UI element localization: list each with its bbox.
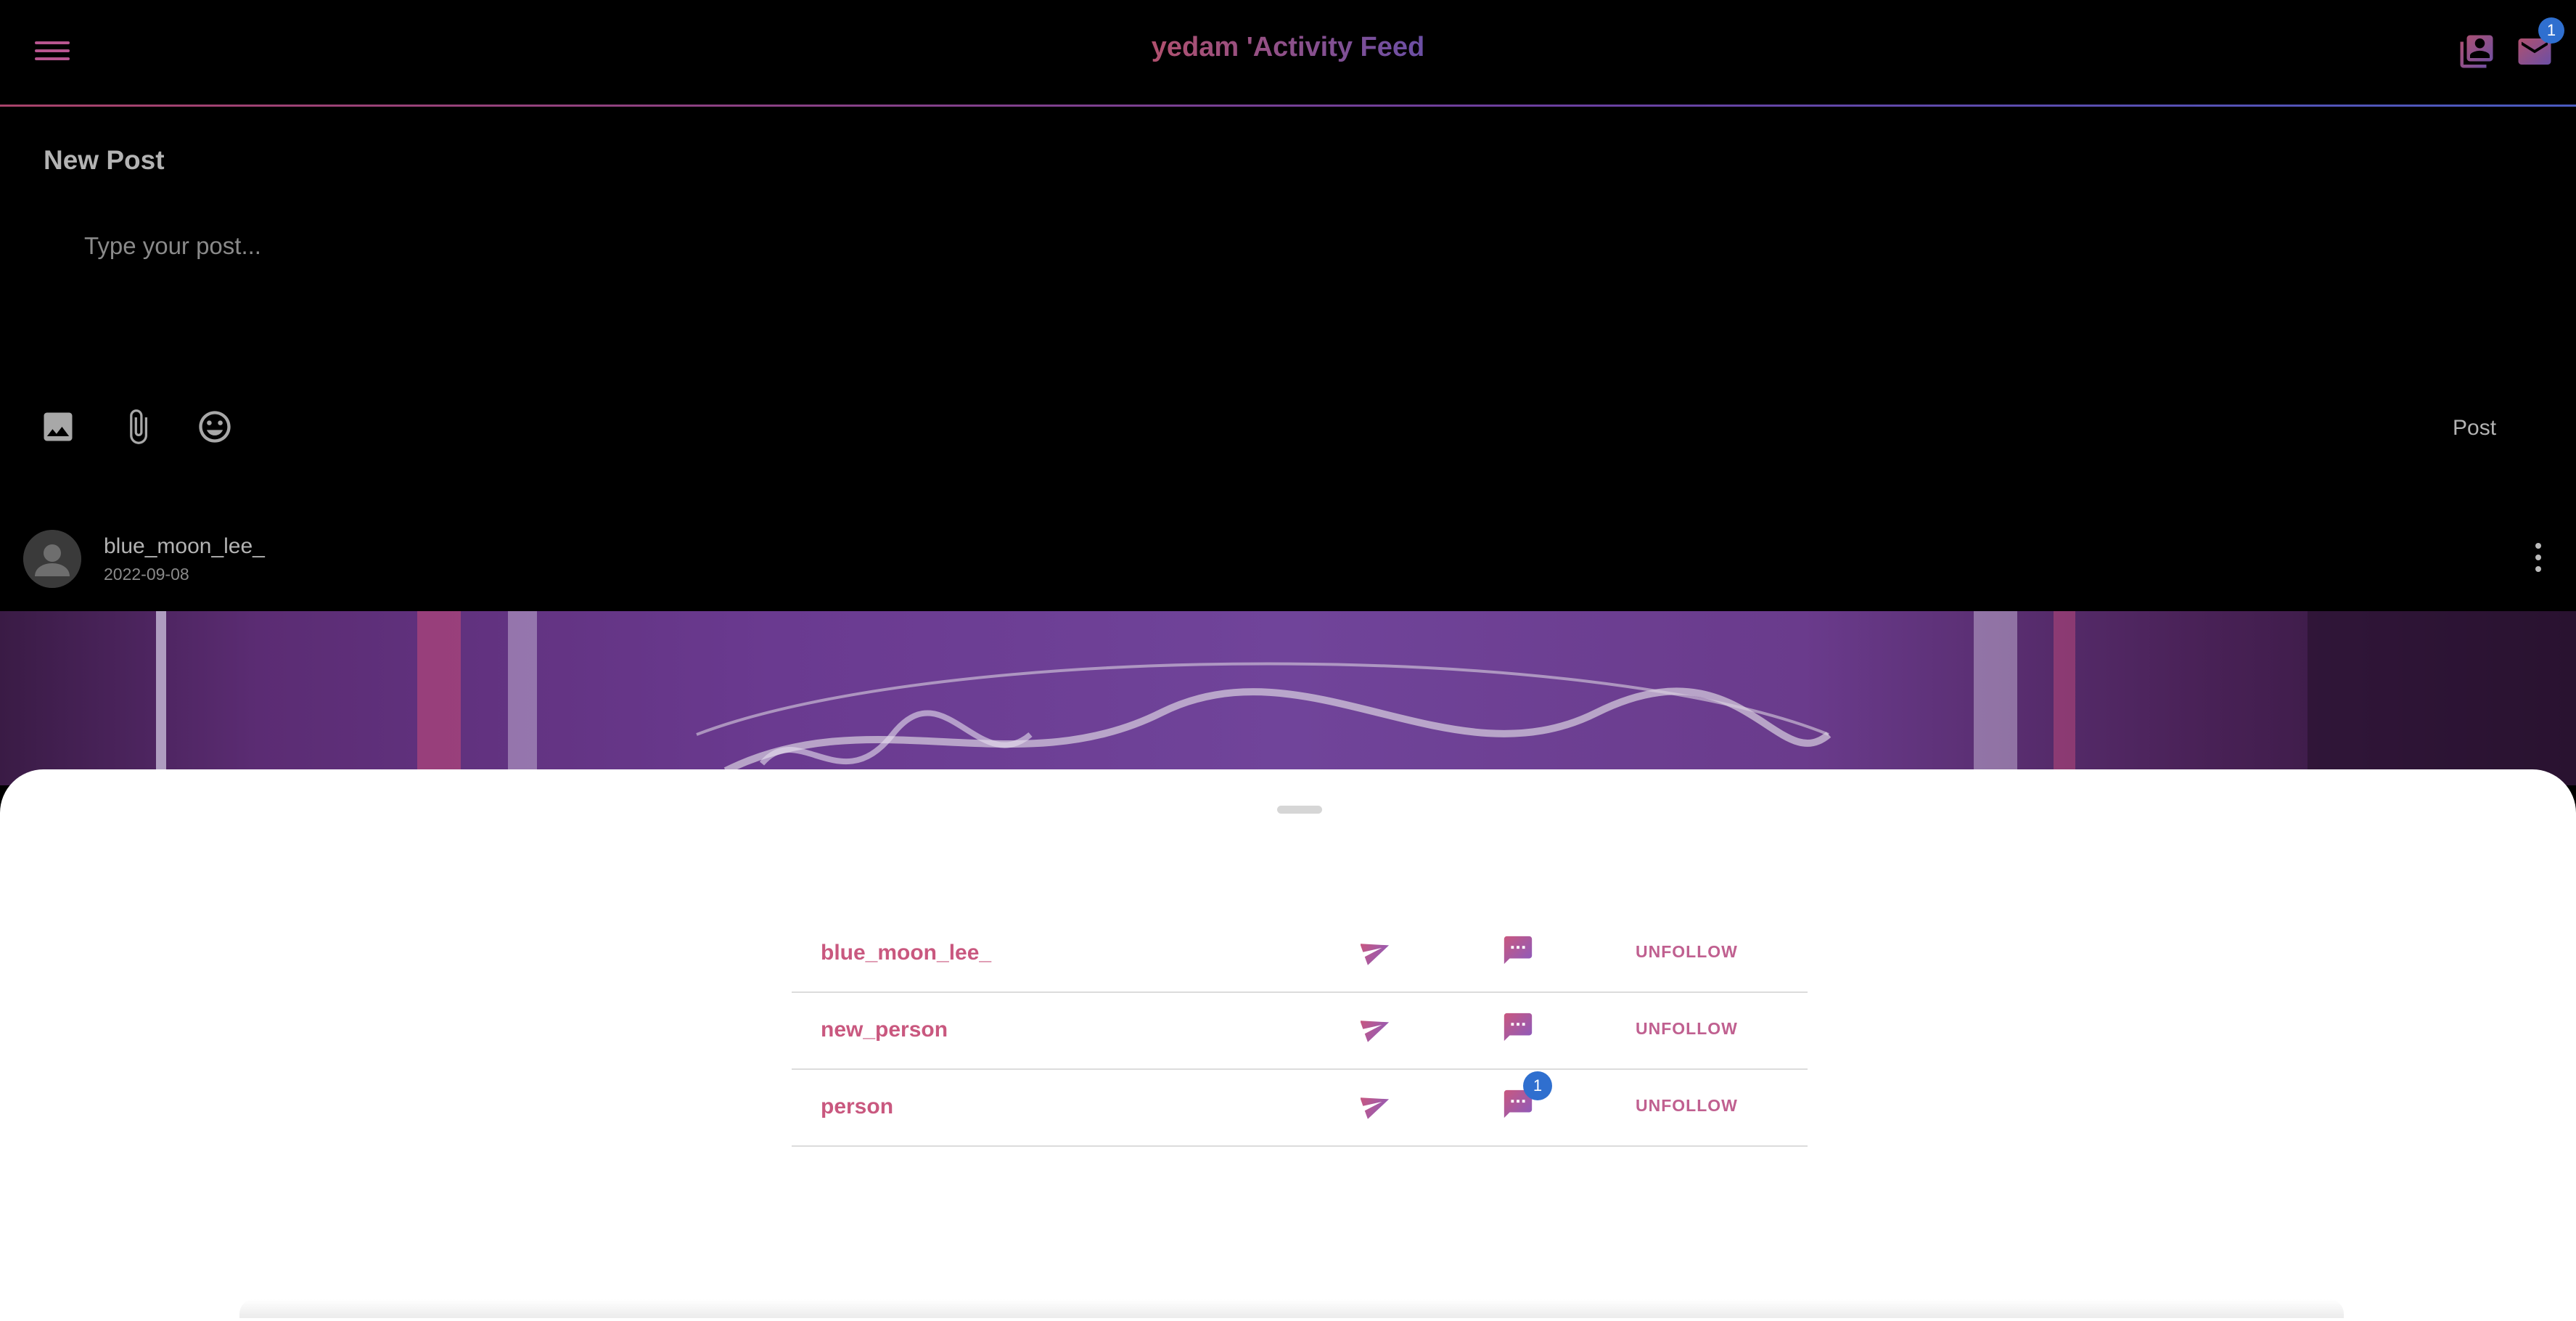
unfollow-button[interactable]: UNFOLLOW (1636, 1019, 1738, 1039)
following-username[interactable]: new_person (821, 1018, 948, 1042)
new-post-heading: New Post (44, 145, 165, 175)
emoji-icon[interactable] (196, 408, 234, 446)
attachment-icon[interactable] (119, 408, 157, 446)
send-icon[interactable] (1360, 1012, 1391, 1042)
post-input[interactable] (44, 210, 2532, 377)
image-icon[interactable] (39, 408, 77, 446)
mail-badge: 1 (2538, 17, 2564, 44)
post-image (0, 611, 2576, 785)
post-date: 2022-09-08 (104, 565, 189, 584)
post-author[interactable]: blue_moon_lee_ (104, 534, 265, 559)
chat-icon[interactable] (1501, 933, 1535, 967)
send-icon[interactable] (1360, 935, 1391, 965)
following-row: new_person UNFOLLOW (792, 991, 1808, 1070)
following-row: blue_moon_lee_ UNFOLLOW (792, 915, 1808, 993)
following-username[interactable]: blue_moon_lee_ (821, 941, 991, 965)
send-icon[interactable] (1360, 1089, 1391, 1119)
unread-badge: 1 (1523, 1071, 1552, 1100)
chat-icon[interactable] (1501, 1010, 1535, 1044)
sheet-drag-handle[interactable] (1277, 806, 1322, 814)
unfollow-button[interactable]: UNFOLLOW (1636, 1096, 1738, 1116)
sheet-shadow (239, 1299, 2344, 1318)
app-header: yedam 'Activity Feed 1 (0, 0, 2576, 107)
more-vert-icon[interactable] (2531, 540, 2546, 575)
unfollow-button[interactable]: UNFOLLOW (1636, 942, 1738, 962)
avatar[interactable] (23, 530, 81, 588)
header-divider (0, 105, 2576, 107)
page-title: yedam 'Activity Feed (1151, 32, 1425, 62)
library-icon[interactable] (2457, 32, 2496, 71)
following-row: person 1 UNFOLLOW (792, 1068, 1808, 1147)
post-button[interactable]: Post (2453, 416, 2496, 441)
following-username[interactable]: person (821, 1095, 893, 1119)
